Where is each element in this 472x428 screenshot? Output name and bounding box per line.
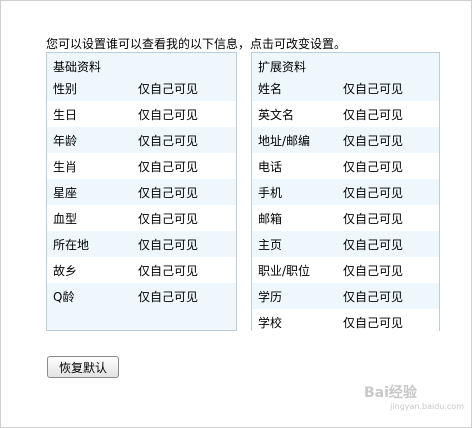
extended-info-panel: 扩展资料 姓名 仅自己可见 英文名 仅自己可见 地址/邮编 仅自己可见 电话 仅自己可见 手机仅…	[251, 52, 440, 335]
basic-info-row-label: 性别	[53, 81, 78, 96]
basic-info-row-label: 故乡	[53, 263, 78, 278]
extended-info-row-visibility[interactable]: 仅自己可见	[343, 80, 439, 97]
basic-info-row[interactable]: 血型 仅自己可见	[47, 205, 236, 231]
extended-info-row[interactable]: 邮箱 仅自己可见	[252, 205, 439, 231]
extended-info-row-label: 电话	[258, 159, 283, 174]
basic-info-row-visibility[interactable]: 仅自己可见	[138, 106, 236, 123]
extended-info-row-visibility[interactable]: 仅自己可见	[343, 288, 439, 305]
extended-info-list: 姓名 仅自己可见 英文名 仅自己可见 地址/邮编 仅自己可见 电话 仅自己可见 手机 仅自己可见邮…	[252, 75, 439, 335]
basic-info-row[interactable]: 故乡 仅自己可见	[47, 257, 236, 283]
extended-info-row-visibility[interactable]: 仅自己可见	[343, 132, 439, 149]
intro-text: 您可以设置谁可以查看我的以下信息，点击可改变设置。	[46, 37, 347, 51]
basic-info-row-visibility[interactable]: 仅自己可见	[138, 80, 236, 97]
extended-info-row-label: 姓名	[258, 81, 283, 96]
extended-info-row-visibility[interactable]: 仅自己可见	[343, 262, 439, 279]
extended-info-row[interactable]: 手机 仅自己可见	[252, 179, 439, 205]
extended-info-row-visibility[interactable]: 仅自己可见	[343, 184, 439, 201]
extended-info-row-label: 邮箱	[258, 211, 283, 226]
basic-info-row-visibility[interactable]: 仅自己可见	[138, 184, 236, 201]
basic-info-row-label: 生日	[53, 107, 78, 122]
extended-info-row-label: 学历	[258, 289, 283, 304]
basic-info-row[interactable]: 性别 仅自己可见	[47, 75, 236, 101]
extended-info-row[interactable]: 学历 仅自己可见	[252, 283, 439, 309]
extended-info-row-label: 职业/职位	[258, 263, 311, 278]
extended-info-title: 扩展资料	[258, 60, 307, 74]
reset-default-button[interactable]: 恢复默认	[47, 356, 119, 378]
basic-info-row-visibility[interactable]: 仅自己可见	[138, 210, 236, 227]
baidu-jingyan-watermark: Bai经验 jingyan.baidu.com	[364, 382, 464, 422]
basic-info-row[interactable]: 年龄 仅自己可见	[47, 127, 236, 153]
extended-info-row-visibility[interactable]: 仅自己可见	[343, 236, 439, 253]
basic-info-title: 基础资料	[53, 60, 102, 74]
basic-info-row[interactable]: 所在地 仅自己可见	[47, 231, 236, 257]
extended-info-row-visibility[interactable]: 仅自己可见	[343, 210, 439, 227]
basic-info-row[interactable]: 生日 仅自己可见	[47, 101, 236, 127]
basic-info-row-label: 年龄	[53, 133, 78, 148]
basic-info-row[interactable]: 生肖 仅自己可见	[47, 153, 236, 179]
basic-info-row-visibility[interactable]: 仅自己可见	[138, 132, 236, 149]
basic-info-row-label: 星座	[53, 185, 78, 200]
extended-info-row-label: 地址/邮编	[258, 133, 311, 148]
extended-info-row-label: 手机	[258, 185, 283, 200]
extended-info-row[interactable]: 职业/职位 仅自己可见	[252, 257, 439, 283]
extended-info-row[interactable]: 学校 仅自己可见	[252, 309, 439, 335]
extended-info-row-visibility[interactable]: 仅自己可见	[343, 314, 439, 331]
extended-info-row[interactable]: 英文名 仅自己可见	[252, 101, 439, 127]
extended-info-row[interactable]: 地址/邮编 仅自己可见	[252, 127, 439, 153]
basic-info-row-label: 所在地	[53, 237, 90, 252]
basic-info-row[interactable]: 星座 仅自己可见	[47, 179, 236, 205]
extended-info-row[interactable]: 姓名 仅自己可见	[252, 75, 439, 101]
basic-info-row-visibility[interactable]: 仅自己可见	[138, 236, 236, 253]
basic-info-row-label: 生肖	[53, 159, 78, 174]
basic-info-panel: 基础资料 性别 仅自己可见 生日 仅自己可见 年龄 仅自己可见 生肖 仅自己可见 星座 仅自己可见…	[46, 52, 237, 331]
extended-info-row[interactable]: 电话 仅自己可见	[252, 153, 439, 179]
extended-info-row-visibility[interactable]: 仅自己可见	[343, 106, 439, 123]
basic-info-row[interactable]: Q龄 仅自己可见	[47, 283, 236, 309]
basic-info-row-label: 血型	[53, 211, 78, 226]
basic-info-row-label: Q龄	[53, 289, 75, 304]
extended-info-row-label: 学校	[258, 315, 283, 330]
extended-info-row[interactable]: 主页 仅自己可见	[252, 231, 439, 257]
basic-info-row-visibility[interactable]: 仅自己可见	[138, 288, 236, 305]
watermark-logo: Bai经验	[364, 385, 417, 401]
basic-info-row-visibility[interactable]: 仅自己可见	[138, 262, 236, 279]
basic-info-row-visibility[interactable]: 仅自己可见	[138, 158, 236, 175]
watermark-url: jingyan.baidu.com	[390, 402, 464, 411]
extended-info-row-label: 主页	[258, 237, 283, 252]
basic-info-list: 性别 仅自己可见 生日 仅自己可见 年龄 仅自己可见 生肖 仅自己可见 星座 仅自己可见 血型 仅自己…	[47, 75, 236, 309]
extended-info-row-visibility[interactable]: 仅自己可见	[343, 158, 439, 175]
extended-info-row-label: 英文名	[258, 107, 295, 122]
